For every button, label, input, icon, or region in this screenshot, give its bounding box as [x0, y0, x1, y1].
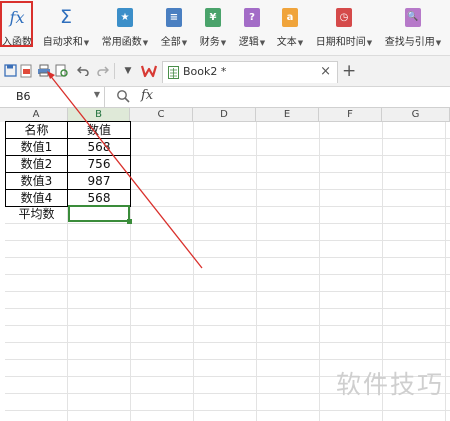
- watermark: 软件技巧: [335, 370, 444, 399]
- annotation-arrow: [47, 71, 203, 269]
